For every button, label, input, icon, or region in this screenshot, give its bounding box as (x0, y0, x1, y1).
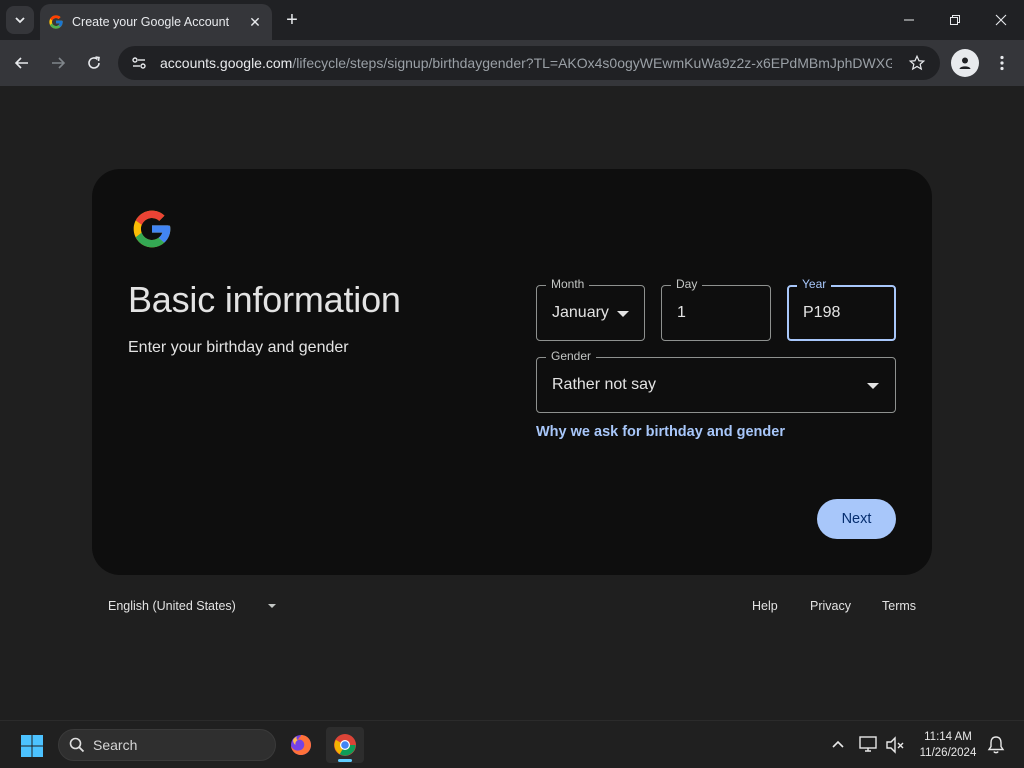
system-clock[interactable]: 11:14 AM 11/26/2024 (914, 729, 982, 761)
month-dropdown-arrow-icon (617, 311, 629, 317)
language-label: English (United States) (108, 599, 236, 613)
year-label: Year (797, 277, 832, 291)
forward-button[interactable] (44, 49, 72, 77)
arrow-right-icon (52, 57, 66, 69)
window-minimize-button[interactable] (886, 6, 932, 34)
google-favicon-icon (48, 14, 64, 30)
taskbar-chrome[interactable] (326, 727, 364, 763)
gender-value: Rather not say (552, 376, 657, 393)
clock-date: 11/26/2024 (919, 747, 977, 759)
address-bar[interactable]: accounts.google.com/lifecycle/steps/sign… (118, 46, 940, 80)
close-icon (995, 14, 1007, 26)
url-host: accounts.google.com (160, 55, 293, 71)
signup-card: Basic information Enter your birthday an… (92, 169, 932, 575)
windows-taskbar: Search 11:14 AM 11/26/2024 (0, 720, 1024, 768)
privacy-link[interactable]: Privacy (810, 599, 851, 613)
reload-icon (88, 56, 100, 69)
page-title: Basic information (128, 279, 401, 320)
back-button[interactable] (8, 49, 36, 77)
url-text: accounts.google.com/lifecycle/steps/sign… (160, 55, 892, 71)
taskbar-firefox[interactable] (282, 727, 320, 763)
month-value: January (552, 304, 609, 321)
browser-tabstrip: Create your Google Account ✕ + (0, 0, 1024, 40)
next-button[interactable]: Next (817, 499, 896, 539)
url-path: /lifecycle/steps/signup/birthdaygender?T… (292, 55, 892, 71)
month-select[interactable]: Month January (536, 277, 645, 341)
terms-link[interactable]: Terms (882, 599, 916, 613)
browser-menu-icon[interactable] (990, 49, 1014, 77)
day-value: 1 (677, 304, 686, 321)
bookmark-star-icon[interactable] (906, 52, 928, 74)
gender-select[interactable]: Gender Rather not say (536, 349, 896, 413)
new-tab-button[interactable]: + (280, 8, 304, 32)
language-selector[interactable]: English (United States) (108, 599, 276, 613)
profile-avatar-icon[interactable] (951, 49, 979, 77)
tab-title: Create your Google Account (72, 15, 230, 29)
why-we-ask-link[interactable]: Why we ask for birthday and gender (536, 424, 785, 440)
minimize-icon (904, 19, 914, 21)
window-close-button[interactable] (978, 6, 1024, 34)
taskbar-search-label: Search (93, 737, 138, 753)
day-label: Day (671, 277, 703, 291)
chrome-icon (334, 734, 356, 756)
year-input[interactable]: Year P198 (787, 277, 896, 341)
network-icon[interactable] (858, 735, 880, 755)
language-dropdown-arrow-icon (267, 604, 276, 608)
tab-create-account[interactable]: Create your Google Account ✕ (40, 4, 272, 40)
active-app-indicator (338, 759, 352, 762)
day-input[interactable]: Day 1 (661, 277, 771, 341)
browser-toolbar: accounts.google.com/lifecycle/steps/sign… (0, 40, 1024, 86)
gender-label: Gender (546, 349, 597, 363)
help-link[interactable]: Help (752, 599, 778, 613)
window-restore-button[interactable] (932, 6, 978, 34)
restore-icon (950, 15, 960, 25)
taskbar-search-box[interactable]: Search (58, 729, 276, 761)
page-subtitle: Enter your birthday and gender (128, 339, 349, 356)
google-logo-icon (133, 210, 171, 248)
tab-close-icon[interactable]: ✕ (246, 13, 264, 31)
site-settings-icon[interactable] (130, 54, 148, 72)
gender-dropdown-arrow-icon (867, 383, 879, 389)
clock-time: 11:14 AM (924, 731, 972, 743)
month-label: Month (546, 277, 590, 291)
notification-bell-icon[interactable] (986, 735, 1006, 755)
chevron-down-icon (15, 17, 25, 24)
tab-search-button[interactable] (6, 6, 34, 34)
arrow-left-icon (14, 57, 28, 69)
windows-start-icon[interactable] (20, 734, 44, 758)
year-value: P198 (803, 304, 841, 321)
page-content: Basic information Enter your birthday an… (0, 86, 1024, 720)
firefox-icon (291, 735, 311, 755)
search-icon (69, 737, 85, 753)
volume-muted-icon[interactable] (885, 735, 905, 755)
tray-overflow-chevron-up-icon[interactable] (828, 735, 848, 755)
reload-button[interactable] (80, 49, 108, 77)
